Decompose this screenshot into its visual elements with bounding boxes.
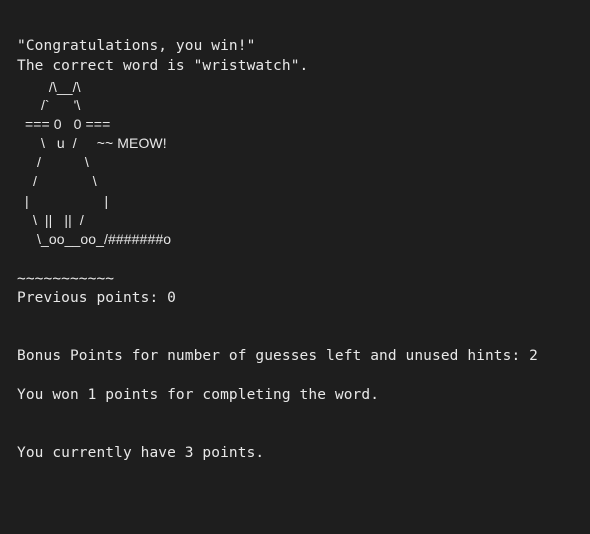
previous-points-text: Previous points: 0 — [17, 290, 176, 306]
won-points-text: You won 1 points for completing the word… — [17, 387, 380, 403]
cat-art-line: \ || || / — [17, 212, 84, 228]
cat-art-line: /` '\ — [17, 97, 81, 113]
correct-word-message: The correct word is "wristwatch". — [17, 58, 309, 74]
cat-art-line: | | — [17, 193, 109, 209]
cat-art-line: === 0 0 === — [17, 116, 111, 132]
current-points-text: You currently have 3 points. — [17, 445, 265, 461]
cat-art-line: \ u / ~~ MEOW! — [17, 135, 167, 151]
bonus-points-text: Bonus Points for number of guesses left … — [17, 348, 538, 364]
cat-art-line: /\__/\ — [17, 79, 81, 95]
cat-art-line: / \ — [17, 173, 97, 189]
tilde-separator: ~~~~~~~~~~~ — [17, 271, 115, 287]
cat-art-line: / \ — [17, 154, 89, 170]
terminal-window[interactable]: "Congratulations, you win!" The correct … — [0, 0, 590, 534]
cat-art-line: \_oo__oo_/#######o — [17, 231, 172, 247]
congratulations-message: "Congratulations, you win!" — [17, 38, 256, 54]
